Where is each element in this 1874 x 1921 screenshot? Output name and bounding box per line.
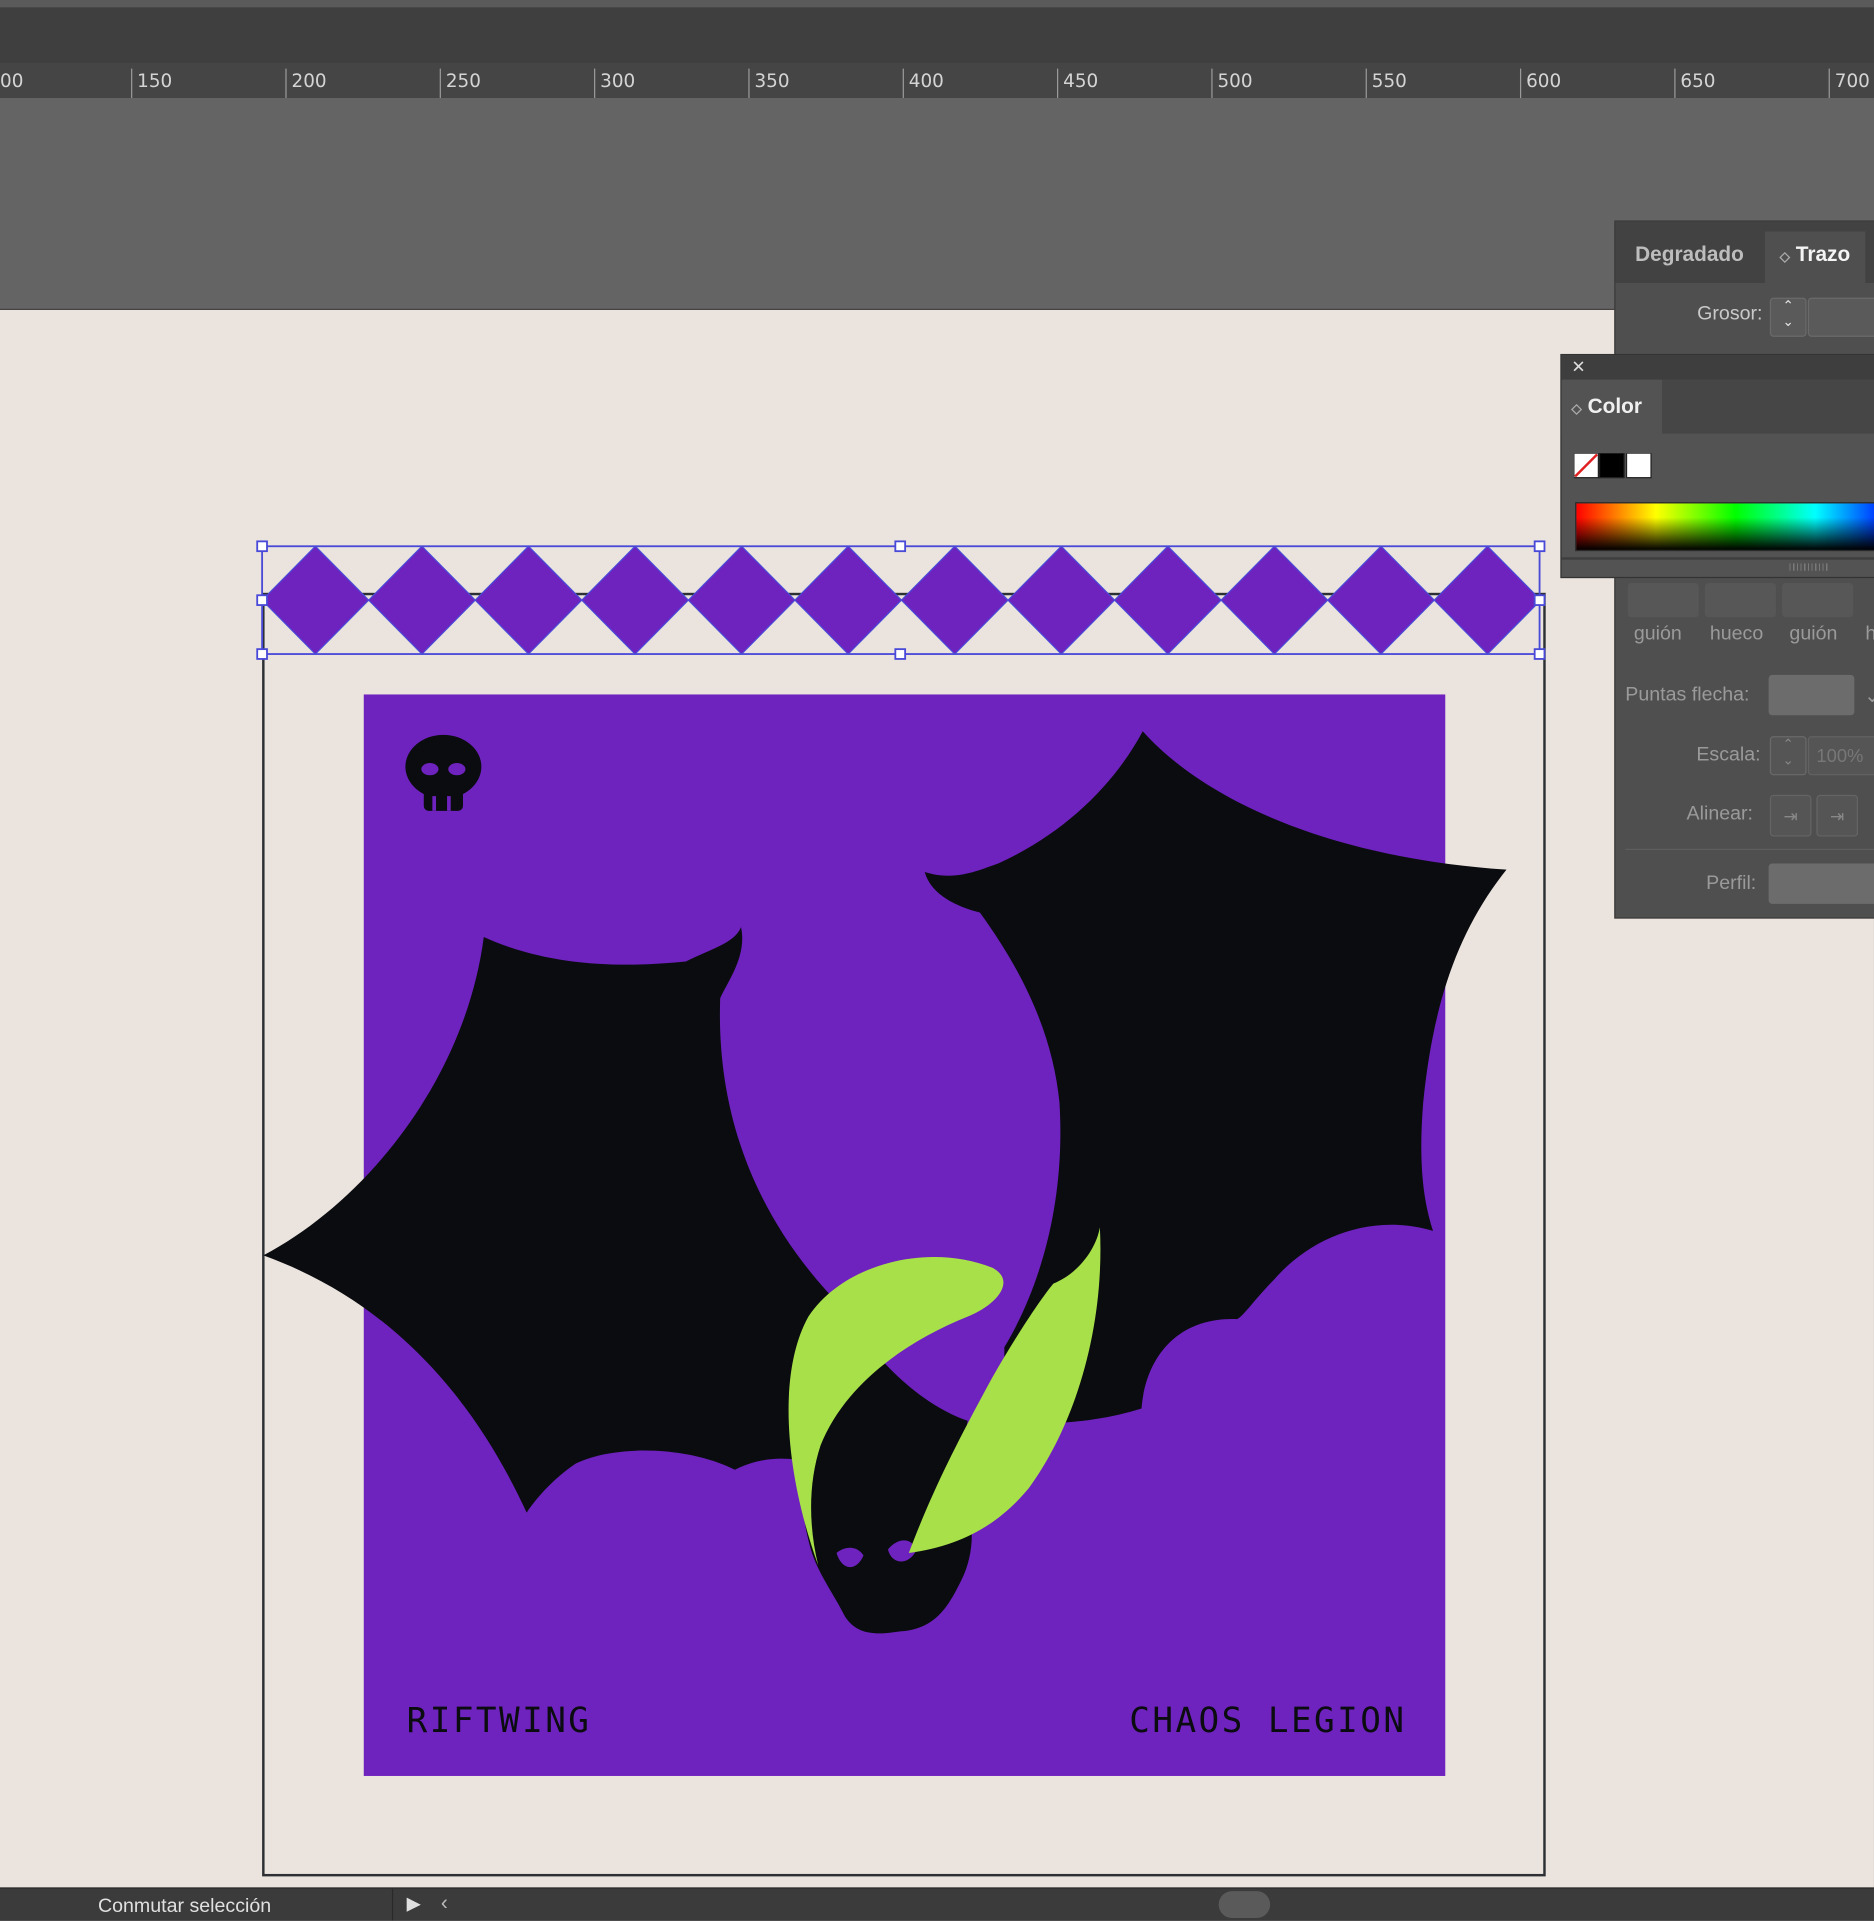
diamond-shape bbox=[580, 545, 690, 655]
scroll-left-icon[interactable]: ‹ bbox=[441, 1891, 448, 1915]
color-panel: ✕ ◇ Color bbox=[1560, 353, 1874, 579]
selection-handle bbox=[894, 540, 907, 553]
color-panel-tabs: ◇ Color bbox=[1561, 379, 1874, 434]
diamond-shape bbox=[367, 545, 477, 655]
selection-handle bbox=[1533, 540, 1546, 553]
gap-label: h bbox=[1865, 623, 1874, 645]
black-swatch bbox=[1598, 453, 1625, 479]
album-title-text[interactable]: CHAOS LEGION bbox=[1129, 1700, 1406, 1740]
arrowhead-start-select[interactable] bbox=[1768, 674, 1855, 716]
tab-gradient[interactable]: Degradado bbox=[1620, 231, 1758, 282]
skull-icon bbox=[405, 734, 482, 811]
gap-field[interactable] bbox=[1704, 583, 1776, 618]
selection-handle bbox=[256, 540, 268, 553]
weight-stepper[interactable]: ⌃ ⌄ bbox=[1769, 297, 1807, 337]
dash-label: guión bbox=[1633, 623, 1682, 645]
tab-reorder-icon: ◇ bbox=[1779, 249, 1791, 265]
tab-color-label: Color bbox=[1587, 394, 1642, 418]
weight-label: Grosor: bbox=[1697, 303, 1763, 325]
tab-stroke-label: Trazo bbox=[1795, 242, 1851, 266]
color-panel-header[interactable]: ✕ bbox=[1561, 355, 1874, 380]
profile-label: Perfil: bbox=[1706, 873, 1757, 895]
status-bar: Conmutar selección ▶ ‹ bbox=[0, 1887, 1874, 1921]
right-wing bbox=[924, 731, 1507, 1424]
horizontal-scrollbar-thumb[interactable] bbox=[1218, 1891, 1271, 1919]
gap-label: hueco bbox=[1709, 623, 1764, 645]
artwork-svg[interactable] bbox=[0, 0, 1874, 1920]
scale-label: Escala: bbox=[1696, 744, 1761, 766]
arrowheads-label: Puntas flecha: bbox=[1625, 684, 1750, 706]
diamond-shape bbox=[1326, 545, 1436, 655]
diamond-border-group bbox=[261, 545, 1542, 655]
close-icon[interactable]: ✕ bbox=[1571, 356, 1585, 377]
align-end-icon[interactable]: ⇥ bbox=[1816, 794, 1859, 837]
selection-handle bbox=[894, 648, 907, 660]
profile-select[interactable] bbox=[1768, 863, 1874, 904]
scale-stepper[interactable]: ⌃ ⌄ bbox=[1769, 736, 1807, 776]
diamond-shape bbox=[1007, 545, 1116, 655]
tab-color[interactable]: ◇ Color bbox=[1561, 379, 1663, 434]
panel-divider bbox=[1561, 557, 1874, 560]
left-wing bbox=[263, 927, 968, 1513]
tab-reorder-icon: ◇ bbox=[1571, 401, 1582, 417]
white-swatch bbox=[1625, 453, 1652, 479]
swatch-row[interactable] bbox=[1573, 453, 1655, 480]
chevron-down-icon[interactable]: ⌄ bbox=[1864, 683, 1874, 707]
selection-handle bbox=[1533, 594, 1546, 606]
weight-input[interactable] bbox=[1807, 297, 1874, 337]
diamond-shape bbox=[900, 545, 1009, 655]
band-name-text[interactable]: RIFTWING bbox=[407, 1700, 592, 1740]
status-text: Conmutar selección bbox=[97, 1895, 272, 1917]
align-start-icon[interactable]: ⇥ bbox=[1769, 794, 1812, 837]
diamond-shape bbox=[687, 545, 796, 655]
diamond-shape bbox=[1113, 545, 1222, 655]
resize-grip-icon[interactable] bbox=[1789, 563, 1829, 571]
status-divider bbox=[391, 1888, 394, 1921]
stroke-panel-tabs: Degradado ◇ Trazo bbox=[1615, 221, 1874, 283]
diamond-shape bbox=[474, 545, 583, 655]
dash-field[interactable] bbox=[1627, 583, 1699, 618]
diamond-shape bbox=[1220, 545, 1329, 655]
panel-divider bbox=[1625, 848, 1874, 851]
diamond-shape bbox=[1433, 545, 1542, 655]
dash-field[interactable] bbox=[1782, 583, 1854, 618]
align-label: Alinear: bbox=[1686, 803, 1753, 825]
selection-handle bbox=[256, 594, 268, 606]
color-spectrum[interactable] bbox=[1575, 502, 1874, 552]
selection-handle bbox=[256, 648, 268, 660]
diamond-shape bbox=[794, 545, 903, 655]
play-icon[interactable]: ▶ bbox=[407, 1892, 421, 1915]
diamond-shape bbox=[261, 545, 370, 655]
tab-stroke[interactable]: ◇ Trazo bbox=[1764, 231, 1865, 283]
selection-handle bbox=[1533, 648, 1546, 660]
dash-label: guión bbox=[1789, 623, 1838, 645]
scale-input[interactable]: 100% bbox=[1807, 736, 1874, 776]
